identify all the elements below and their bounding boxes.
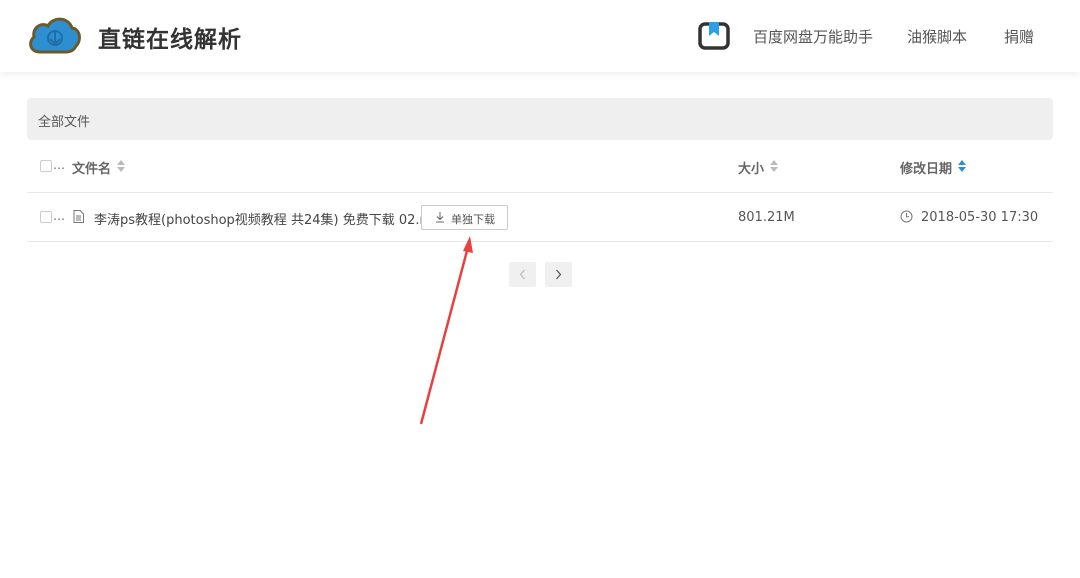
checkbox-ellipsis: … <box>53 209 65 223</box>
file-icon <box>73 210 84 223</box>
clock-icon <box>900 210 913 223</box>
file-name-link[interactable]: 李涛ps教程(photoshop视频教程 共24集) 免费下载 02.rar <box>94 209 438 228</box>
download-icon <box>436 212 444 223</box>
breadcrumb: 全部文件 <box>27 98 1053 140</box>
cloud-download-icon[interactable] <box>26 12 82 60</box>
bookmark-icon <box>698 22 730 50</box>
download-button-label: 单独下载 <box>451 213 495 226</box>
single-download-button[interactable]: 单独下载 <box>421 205 508 230</box>
annotation-arrow <box>419 236 473 425</box>
table-row[interactable]: … 李涛ps教程(photoshop视频教程 共24集) 免费下载 02.rar… <box>27 193 1053 242</box>
checkbox-ellipsis: … <box>53 158 65 172</box>
column-header-name[interactable]: 文件名 <box>72 158 111 177</box>
chevron-left-icon <box>519 269 525 280</box>
file-table-header: … 文件名 大小 修改日期 <box>27 140 1053 193</box>
file-size: 801.21M <box>738 210 795 225</box>
nav-link-userscript[interactable]: 油猴脚本 <box>907 26 967 47</box>
file-modified-date: 2018-05-30 17:30 <box>921 210 1039 225</box>
column-header-modified[interactable]: 修改日期 <box>900 158 952 177</box>
next-page-button[interactable] <box>545 262 572 287</box>
breadcrumb-all-files[interactable]: 全部文件 <box>38 111 90 130</box>
row-checkbox[interactable] <box>40 211 52 223</box>
nav-link-donate[interactable]: 捐赠 <box>1004 26 1034 47</box>
top-navbar: 直链在线解析 百度网盘万能助手 油猴脚本 捐赠 <box>0 0 1080 72</box>
chevron-right-icon <box>556 269 562 280</box>
nav-link-baidu-assistant[interactable]: 百度网盘万能助手 <box>753 26 873 47</box>
prev-page-button[interactable] <box>509 262 536 287</box>
sort-icon[interactable] <box>770 160 778 172</box>
sort-icon[interactable] <box>117 160 125 172</box>
select-all-checkbox[interactable] <box>40 160 52 172</box>
sort-icon[interactable] <box>958 160 966 172</box>
column-header-size[interactable]: 大小 <box>738 158 764 177</box>
site-title[interactable]: 直链在线解析 <box>98 20 242 54</box>
